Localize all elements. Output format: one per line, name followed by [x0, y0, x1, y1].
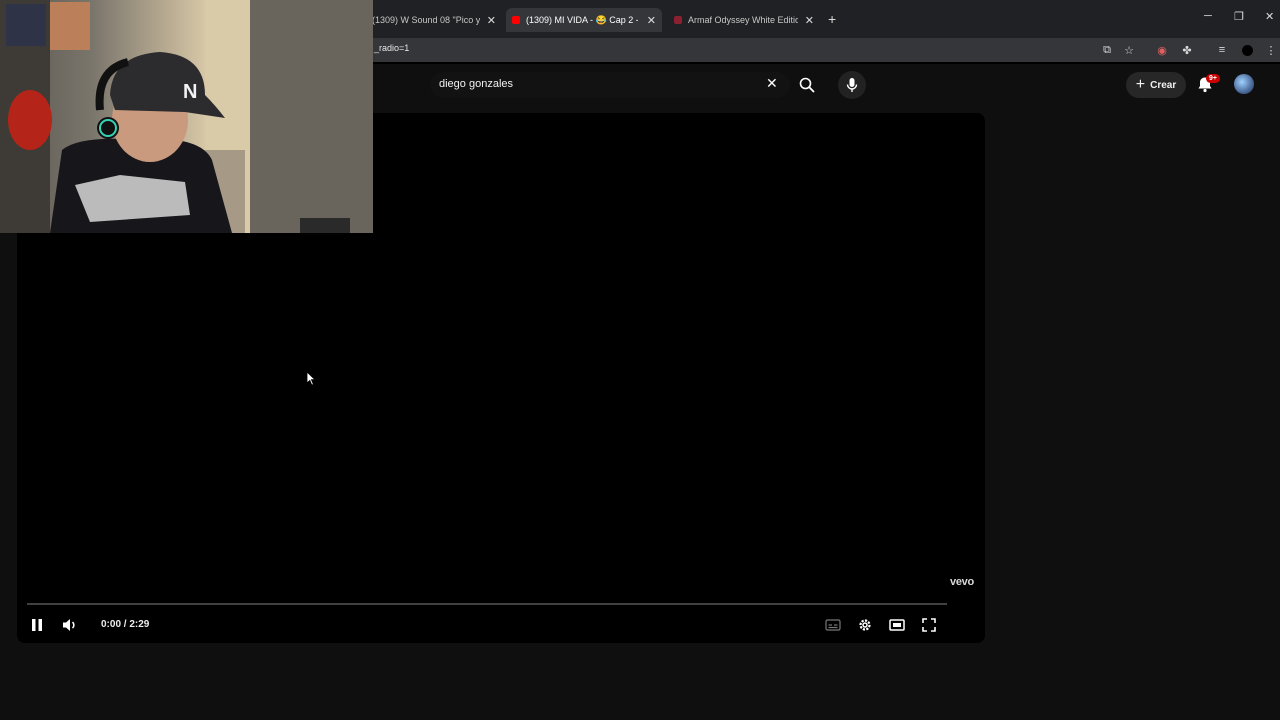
pause-button[interactable] [28, 616, 46, 634]
settings-button[interactable] [856, 616, 874, 634]
create-label: Crear [1150, 79, 1177, 91]
fullscreen-button[interactable] [920, 616, 938, 634]
tab-title: (1309) MI VIDA - 😂 Cap 2 - Y [526, 14, 638, 25]
media-controls-icon[interactable]: ≡ [1215, 43, 1229, 57]
restore-icon[interactable]: ❐ [1234, 10, 1244, 23]
fullscreen-icon [922, 618, 936, 632]
tab-title: (1309) W Sound 08 "Pico y Cha [372, 15, 480, 25]
close-icon[interactable]: ✕ [641, 14, 662, 27]
extension-record-icon[interactable]: ◉ [1155, 43, 1169, 57]
theater-mode-button[interactable] [888, 616, 906, 634]
webcam-overlay: N [0, 0, 373, 233]
create-button[interactable]: + Crear [1126, 72, 1186, 98]
volume-button[interactable] [61, 616, 79, 634]
close-icon[interactable]: ✕ [799, 14, 820, 27]
speaker-icon [63, 619, 75, 631]
avatar[interactable] [1234, 74, 1254, 94]
profile-icon[interactable] [1240, 43, 1254, 57]
theater-icon [889, 619, 905, 631]
microphone-icon[interactable] [838, 71, 866, 99]
youtube-favicon-icon [512, 16, 520, 24]
gear-icon [859, 619, 871, 631]
webcam-feed-image: N [0, 0, 373, 233]
tab-title: Armaf Odyssey White Edition M [688, 15, 798, 25]
browser-tab[interactable]: (1309) W Sound 08 "Pico y Cha ✕ [372, 8, 502, 32]
search-query[interactable]: diego gonzales [439, 78, 513, 90]
time-display: 0:00 / 2:29 [101, 619, 150, 630]
search-icon[interactable] [799, 77, 815, 98]
url-text[interactable]: _radio=1 [374, 43, 409, 53]
extensions-puzzle-icon[interactable]: ✤ [1180, 43, 1194, 57]
notification-badge: 9+ [1206, 74, 1220, 83]
install-app-icon[interactable]: ⧉ [1100, 43, 1114, 57]
svg-text:N: N [183, 81, 197, 103]
plus-icon: + [1135, 76, 1146, 93]
vevo-watermark: vevo [950, 576, 974, 588]
close-window-icon[interactable]: ✕ [1265, 10, 1274, 23]
plus-icon[interactable]: + [828, 11, 836, 27]
subtitles-icon [825, 619, 841, 631]
close-icon[interactable]: ✕ [481, 14, 502, 27]
pause-icon [32, 619, 42, 631]
browser-tab-active[interactable]: (1309) MI VIDA - 😂 Cap 2 - Y ✕ [506, 8, 662, 32]
menu-kebab-icon[interactable]: ⋮ [1264, 43, 1278, 57]
minimize-icon[interactable]: ─ [1204, 10, 1212, 22]
clear-search-icon[interactable]: ✕ [766, 76, 778, 90]
progress-bar[interactable] [27, 603, 947, 605]
site-favicon-icon [674, 16, 682, 24]
browser-tab[interactable]: Armaf Odyssey White Edition M ✕ [668, 8, 820, 32]
bookmark-star-icon[interactable]: ☆ [1122, 43, 1136, 57]
subtitles-button[interactable] [824, 616, 842, 634]
mouse-cursor-icon [306, 371, 316, 391]
